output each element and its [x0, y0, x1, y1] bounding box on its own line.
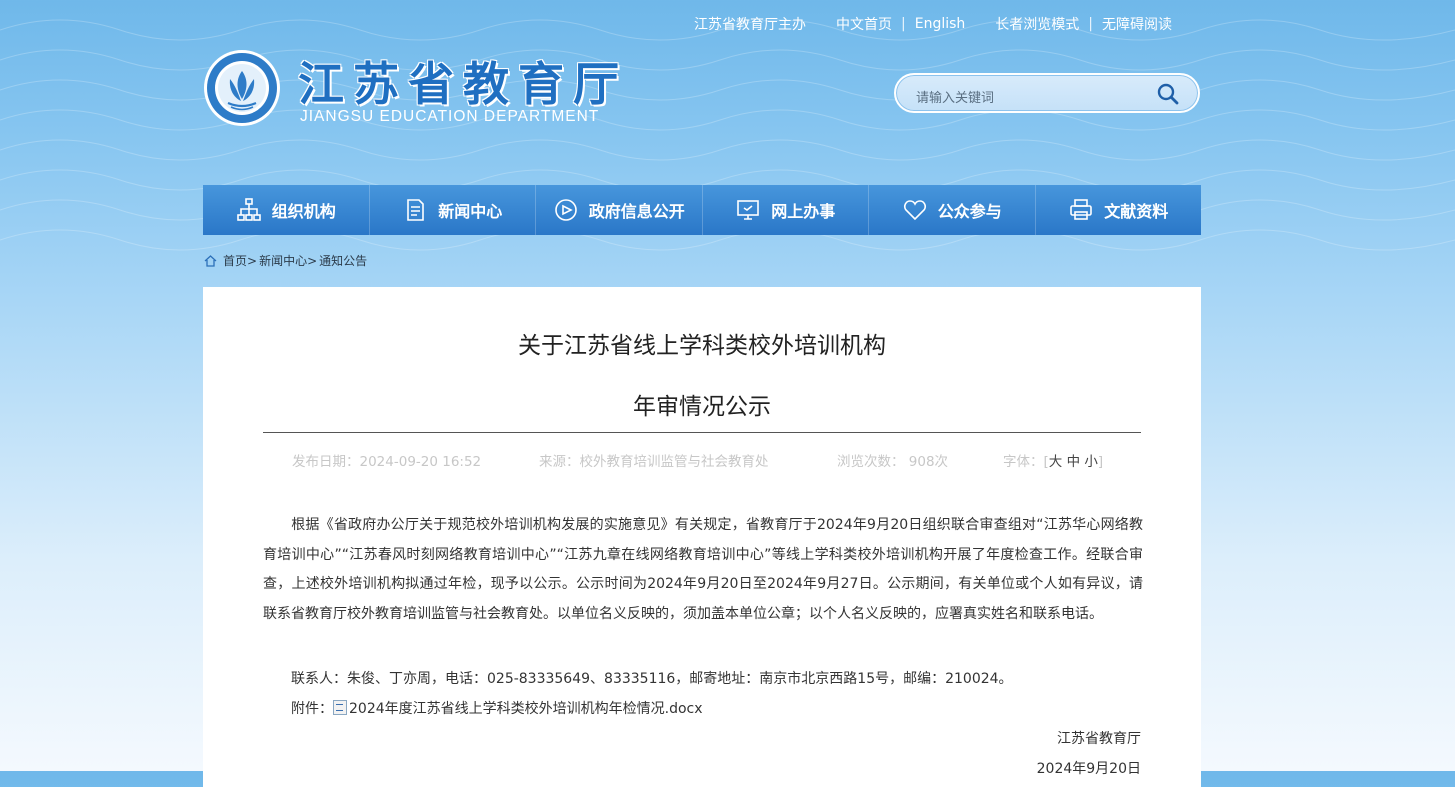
monitor-icon — [737, 200, 760, 220]
nav-item-news[interactable]: 新闻中心 — [370, 185, 536, 235]
article-card: 关于江苏省线上学科类校外培训机构 年审情况公示 发布日期：2024-09-20 … — [203, 287, 1201, 787]
publish-date: 发布日期：2024-09-20 16:52 — [292, 454, 482, 470]
breadcrumb-current[interactable]: 通知公告 — [319, 252, 367, 269]
signature-date: 2024年9月20日 — [1036, 761, 1141, 777]
nav-label: 政府信息公开 — [588, 202, 685, 221]
nav-label: 网上办事 — [771, 202, 836, 221]
view-count: 浏览次数： 908次 — [837, 454, 949, 470]
contact-info: 联系人：朱俊、丁亦周，电话：025-83335649、83335116，邮寄地址… — [291, 671, 1013, 687]
breadcrumb-home[interactable]: 首页> — [223, 252, 257, 269]
article-body: 根据《省政府办公厅关于规范校外培训机构发展的实施意见》有关规定，省教育厅于202… — [263, 511, 1143, 629]
search-icon[interactable] — [1156, 82, 1180, 106]
article-source: 来源：校外教育培训监管与社会教育处 — [539, 454, 769, 470]
chinese-home-link[interactable]: 中文首页 — [836, 14, 892, 34]
font-size-control: 字体：[大 中 小] — [1003, 450, 1103, 470]
separator: | — [901, 16, 906, 32]
nav-item-online-service[interactable]: 网上办事 — [703, 185, 869, 235]
home-icon — [204, 254, 217, 267]
font-small-button[interactable]: 小 — [1084, 454, 1098, 470]
search-box[interactable]: 请输入关键词 — [894, 73, 1200, 113]
site-subtitle: JIANGSU EDUCATION DEPARTMENT — [300, 108, 600, 125]
attachment-row: 附件： 2024年度江苏省线上学科类校外培训机构年检情况.docx — [291, 698, 703, 718]
site-title[interactable]: 江苏省教育厅 — [298, 48, 628, 114]
nav-item-org[interactable]: 组织机构 — [203, 185, 370, 235]
article-title-line2: 年审情况公示 — [633, 394, 771, 420]
font-bracket-close: ] — [1097, 454, 1104, 470]
printer-icon — [1070, 199, 1093, 220]
signature-org: 江苏省教育厅 — [1057, 731, 1141, 747]
document-icon — [407, 199, 425, 221]
nav-item-literature[interactable]: 文献资料 — [1036, 185, 1202, 235]
nav-item-gov-info[interactable]: 政府信息公开 — [536, 185, 703, 235]
font-large-button[interactable]: 大 — [1049, 454, 1063, 470]
breadcrumb-news[interactable]: 新闻中心> — [259, 252, 317, 269]
accessible-reading-link[interactable]: 无障碍阅读 — [1102, 14, 1172, 34]
title-divider — [263, 432, 1141, 433]
attachment-label: 附件： — [291, 701, 333, 717]
nav-label: 文献资料 — [1104, 202, 1169, 221]
education-emblem-icon[interactable] — [203, 49, 281, 127]
font-size-label: 字体： — [1003, 454, 1044, 470]
main-nav: 组织机构 新闻中心 政府信息公开 网上办事 公众参与 文献资料 — [203, 185, 1201, 235]
nav-item-public[interactable]: 公众参与 — [869, 185, 1036, 235]
english-link[interactable]: English — [915, 16, 966, 32]
breadcrumb: 首页> 新闻中心> 通知公告 — [204, 252, 367, 269]
heart-icon — [903, 200, 926, 221]
font-medium-button[interactable]: 中 — [1067, 454, 1081, 470]
body-text: 根据《省政府办公厅关于规范校外培训机构发展的实施意见》有关规定，省教育厅于202… — [263, 517, 1143, 622]
host-label: 江苏省教育厅主办 — [694, 17, 806, 33]
nav-label: 新闻中心 — [438, 202, 503, 221]
search-input[interactable]: 请输入关键词 — [916, 87, 994, 106]
doc-file-icon — [333, 700, 347, 715]
nav-label: 公众参与 — [937, 202, 1002, 221]
article-title-line1: 关于江苏省线上学科类校外培训机构 — [518, 333, 886, 359]
compass-icon — [554, 199, 577, 221]
top-links-bar: 江苏省教育厅主办 中文首页 | English 长者浏览模式 | 无障碍阅读 — [694, 14, 1172, 34]
elder-mode-link[interactable]: 长者浏览模式 — [995, 14, 1079, 34]
attachment-link[interactable]: 2024年度江苏省线上学科类校外培训机构年检情况.docx — [349, 701, 703, 717]
nav-label: 组织机构 — [271, 202, 336, 221]
separator: | — [1088, 16, 1093, 32]
org-chart-icon — [236, 198, 261, 221]
